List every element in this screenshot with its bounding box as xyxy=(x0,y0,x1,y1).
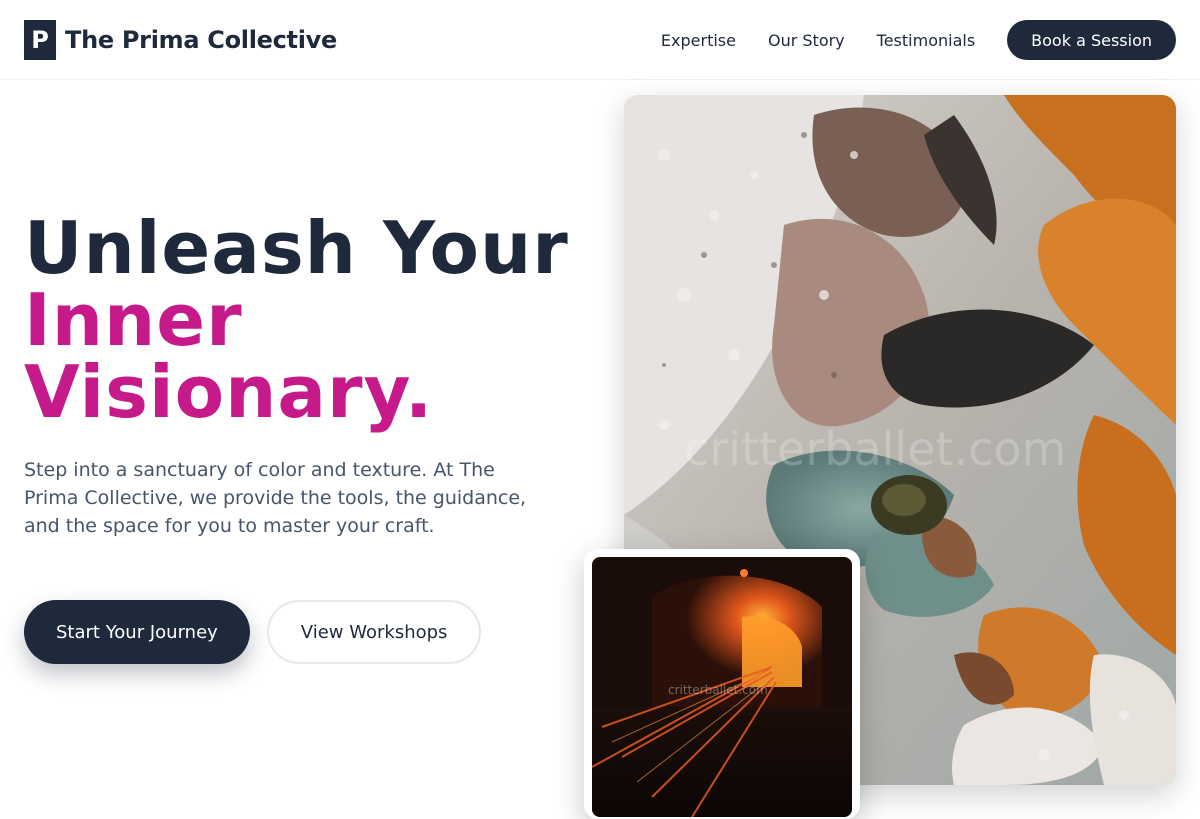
view-workshops-button[interactable]: View Workshops xyxy=(266,600,482,664)
nav-link-testimonials[interactable]: Testimonials xyxy=(877,31,976,50)
main-image-watermark: critterballet.com xyxy=(684,422,1066,476)
brand-logo[interactable]: P The Prima Collective xyxy=(24,20,337,60)
site-header: P The Prima Collective Expertise Our Sto… xyxy=(0,0,1200,80)
book-session-button[interactable]: Book a Session xyxy=(1007,20,1176,60)
hero-title: Unleash Your Inner Visionary. xyxy=(24,212,604,428)
nav-link-expertise[interactable]: Expertise xyxy=(661,31,736,50)
hero-description: Step into a sanctuary of color and textu… xyxy=(24,459,527,537)
hero-cta-row: Start Your Journey View Workshops xyxy=(24,600,482,664)
inset-image-watermark: critterballet.com xyxy=(668,683,768,697)
hero-title-line2: Inner xyxy=(24,278,243,362)
main-nav: Expertise Our Story Testimonials Book a … xyxy=(661,20,1176,60)
inset-kiln-image: critterballet.com xyxy=(592,557,852,817)
hero-title-line1: Unleash Your xyxy=(24,206,569,290)
nav-link-our-story[interactable]: Our Story xyxy=(768,31,845,50)
logo-mark: P xyxy=(24,20,56,60)
inset-image-card: critterballet.com xyxy=(584,549,860,819)
brand-name: The Prima Collective xyxy=(65,26,337,54)
start-journey-button[interactable]: Start Your Journey xyxy=(24,600,250,664)
hero-title-line3: Visionary. xyxy=(24,350,434,434)
